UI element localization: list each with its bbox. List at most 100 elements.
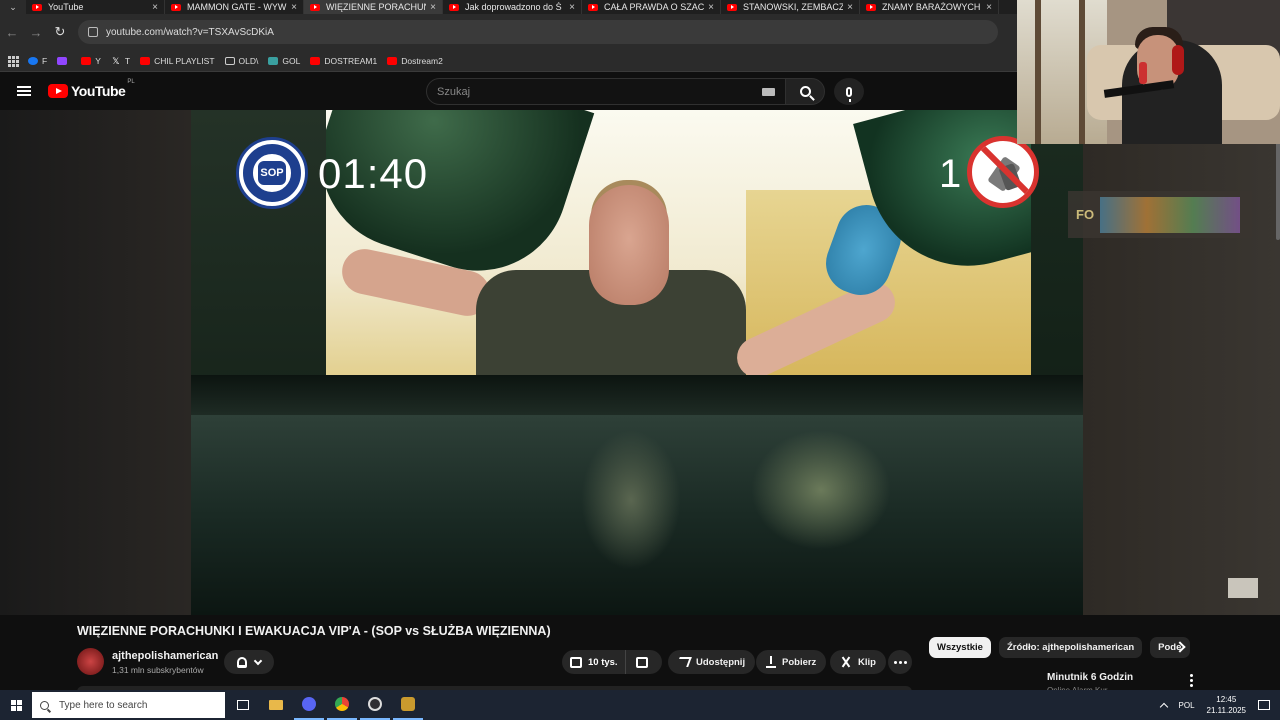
apps-grid-icon[interactable] — [8, 55, 19, 67]
bookmark-dostream2[interactable]: Dostream2 — [387, 56, 443, 66]
ambient-right — [1083, 110, 1280, 615]
folder-icon — [224, 56, 235, 65]
like-button[interactable]: 10 tys. — [562, 650, 626, 674]
thumbs-up-icon — [570, 656, 582, 668]
browser-tab[interactable]: STANOWSKI, ZEMBACZY × — [721, 0, 860, 14]
app-button[interactable] — [393, 690, 423, 720]
recommendation-chips: Wszystkie Źródło: ajthepolishamerican Po… — [929, 637, 1191, 658]
bookmark-label: DOSTREAM1 — [324, 55, 378, 66]
youtube-play-icon — [48, 84, 68, 98]
bookmark-label: F — [42, 55, 48, 66]
search-placeholder: Szukaj — [437, 85, 471, 98]
clock-time: 12:45 — [1216, 695, 1237, 704]
bookmark-label: GOL — [282, 55, 301, 66]
notifications-icon[interactable] — [1258, 700, 1270, 710]
clip-button[interactable]: Klip — [830, 650, 886, 674]
forward-arrow-icon[interactable]: → — [24, 20, 48, 44]
bookmark-x[interactable]: 𝕏T — [111, 56, 130, 66]
menu-hamburger-icon[interactable] — [17, 86, 31, 96]
youtube-icon — [310, 56, 321, 65]
prohibition-slash — [976, 141, 1034, 203]
tab-close-icon[interactable]: × — [986, 2, 992, 13]
clock[interactable]: 12:45 21.11.2025 — [1207, 694, 1246, 716]
youtube-favicon-icon — [171, 3, 181, 11]
countdown-timer: 01:40 — [318, 150, 429, 197]
notifications-button[interactable] — [224, 650, 274, 674]
webcam-mic-light — [1139, 62, 1147, 84]
back-arrow-icon[interactable]: ← — [0, 20, 24, 44]
search-input[interactable]: Szukaj — [426, 78, 786, 105]
url-field[interactable]: youtube.com/watch?v=TSXAvScDKiA — [78, 20, 998, 44]
tab-close-icon[interactable]: × — [847, 2, 853, 13]
bookmark-twitch[interactable] — [57, 56, 71, 65]
browser-tab-active[interactable]: WIĘZIENNE PORACHUNKI × — [304, 0, 443, 14]
recommendation-menu-icon[interactable] — [1190, 674, 1193, 687]
microphone-icon — [846, 86, 852, 102]
browser-tab[interactable]: ZNAMY BARAŻOWYCH R × — [860, 0, 999, 14]
browser-tab[interactable]: MAMMON GATE - WYWI × — [165, 0, 304, 14]
chrome-button[interactable] — [327, 690, 357, 720]
tab-close-icon[interactable]: × — [152, 2, 158, 13]
tab-close-icon[interactable]: × — [291, 2, 297, 13]
download-icon — [766, 656, 776, 668]
like-count: 10 tys. — [588, 656, 618, 668]
channel-name[interactable]: ajthepolishamerican — [112, 650, 218, 662]
file-explorer-button[interactable] — [261, 690, 291, 720]
bookmark-label: OLD\ — [238, 55, 259, 66]
share-button[interactable]: Udostępnij — [668, 650, 756, 674]
banner-artwork — [1100, 196, 1241, 233]
youtube-favicon-icon — [866, 3, 876, 11]
search-button[interactable] — [785, 78, 825, 105]
show-hidden-icons-icon[interactable] — [1159, 702, 1168, 711]
tab-close-icon[interactable]: × — [569, 2, 575, 13]
reload-icon[interactable]: ↻ — [48, 20, 72, 44]
tab-search-chevron-icon[interactable]: ⌄ — [0, 0, 26, 14]
keyboard-icon[interactable] — [762, 88, 775, 96]
bookmark-facebook[interactable]: F — [28, 56, 47, 66]
x-logo-icon: 𝕏 — [112, 55, 120, 66]
bell-icon — [237, 656, 247, 668]
bookmark-youtube[interactable]: Y — [81, 56, 101, 66]
task-view-button[interactable] — [228, 690, 258, 720]
discord-icon — [302, 697, 316, 711]
tab-close-icon[interactable]: × — [708, 2, 714, 13]
video-player[interactable]: SOP 01:40 1 — [191, 110, 1083, 615]
download-button[interactable]: Pobierz — [756, 650, 827, 674]
system-tray: POL 12:45 21.11.2025 — [1159, 690, 1280, 720]
obs-button[interactable] — [360, 690, 390, 720]
voice-search-button[interactable] — [834, 78, 864, 105]
webcam-headset — [1172, 45, 1184, 75]
recommendation-title[interactable]: Minutnik 6 Godzin — [1047, 672, 1133, 683]
tab-label: MAMMON GATE - WYWI — [187, 2, 288, 12]
task-view-icon — [237, 700, 249, 710]
youtube-favicon-icon — [588, 3, 598, 11]
site-settings-icon[interactable] — [88, 27, 98, 37]
browser-tab[interactable]: YouTube × — [26, 0, 165, 14]
share-label: Udostępnij — [696, 656, 746, 668]
like-dislike-group: 10 tys. — [562, 650, 662, 674]
bookmark-folder-old[interactable]: OLD\ — [224, 55, 259, 66]
more-actions-button[interactable] — [888, 650, 912, 674]
bookmark-chil-playlist[interactable]: CHIL PLAYLIST — [140, 56, 215, 66]
mini-thumbnail — [1228, 578, 1258, 598]
input-language[interactable]: POL — [1179, 701, 1195, 710]
youtube-logo[interactable]: YouTube PL — [48, 79, 135, 99]
discord-button[interactable] — [294, 690, 324, 720]
chip-source-channel[interactable]: Źródło: ajthepolishamerican — [998, 637, 1143, 658]
browser-tab[interactable]: CAŁA PRAWDA O SZACH × — [582, 0, 721, 14]
bookmark-dostream1[interactable]: DOSTREAM1 — [310, 56, 377, 66]
bookmark-label: T — [124, 55, 131, 66]
start-button[interactable] — [0, 690, 32, 720]
dislike-button[interactable] — [636, 656, 648, 668]
chrome-icon — [335, 697, 349, 711]
app-icon — [401, 697, 415, 711]
bookmark-gol[interactable]: GOL — [268, 56, 300, 66]
clock-date: 21.11.2025 — [1206, 706, 1246, 715]
tab-close-icon[interactable]: × — [430, 2, 436, 13]
channel-avatar[interactable] — [77, 648, 104, 675]
taskbar-search-input[interactable]: Type here to search — [32, 692, 225, 718]
chip-all[interactable]: Wszystkie — [929, 637, 991, 658]
gol-icon — [268, 56, 279, 65]
browser-tab[interactable]: Jak doprowadzono do Ś × — [443, 0, 582, 14]
video-scene-reflection — [581, 430, 681, 570]
